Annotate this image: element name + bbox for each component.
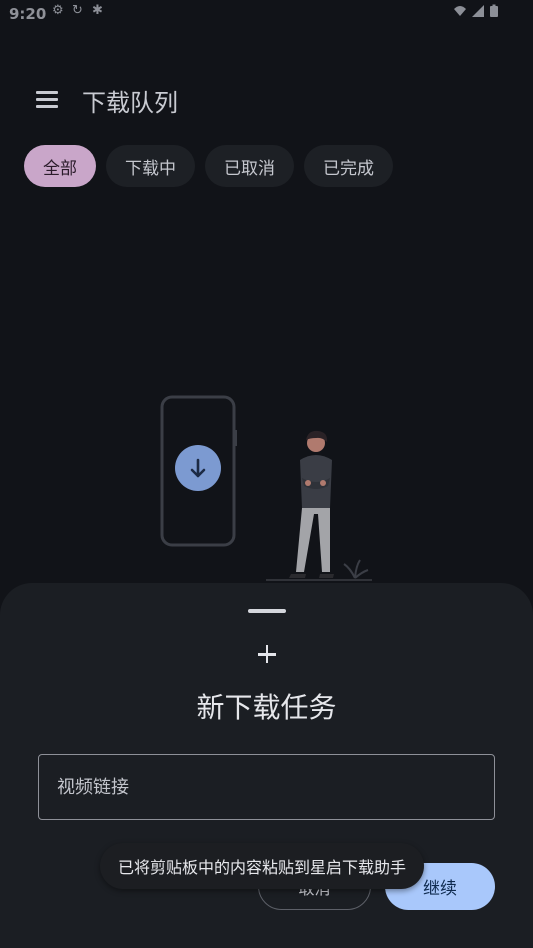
chip-completed[interactable]: 已完成 xyxy=(304,145,393,187)
filter-chips: 全部 下载中 已取消 已完成 xyxy=(24,145,393,187)
menu-icon[interactable] xyxy=(33,85,61,113)
video-url-input[interactable] xyxy=(39,755,494,819)
battery-icon xyxy=(489,4,503,18)
continue-label: 继续 xyxy=(423,879,457,899)
chip-cancelled[interactable]: 已取消 xyxy=(205,145,294,187)
bug-icon: ✱ xyxy=(92,3,103,18)
toast-message: 已将剪贴板中的内容粘贴到星启下载助手 xyxy=(118,858,407,877)
chip-all[interactable]: 全部 xyxy=(24,145,96,187)
status-right-icons xyxy=(453,4,503,18)
signal-icon xyxy=(471,4,485,18)
video-url-field[interactable] xyxy=(38,754,495,820)
clipboard-toast: 已将剪贴板中的内容粘贴到星启下载助手 xyxy=(100,843,425,889)
top-app-bar: 下载队列 xyxy=(0,75,533,123)
wifi-icon xyxy=(453,4,467,18)
status-bar: 9:20 ⚙ ↻ ✱ xyxy=(0,0,533,30)
empty-state-illustration xyxy=(150,390,390,590)
drag-handle[interactable] xyxy=(248,609,286,613)
settings-icon: ⚙ xyxy=(52,3,64,18)
page-title: 下载队列 xyxy=(82,89,178,117)
new-download-sheet: 新下载任务 取消 继续 xyxy=(0,583,533,948)
plus-icon xyxy=(254,641,280,667)
sheet-title: 新下载任务 xyxy=(196,691,337,724)
status-time: 9:20 xyxy=(9,5,47,23)
chip-downloading[interactable]: 下载中 xyxy=(106,145,195,187)
sync-icon: ↻ xyxy=(72,3,83,18)
status-left-icons: ⚙ ↻ ✱ xyxy=(52,4,106,18)
